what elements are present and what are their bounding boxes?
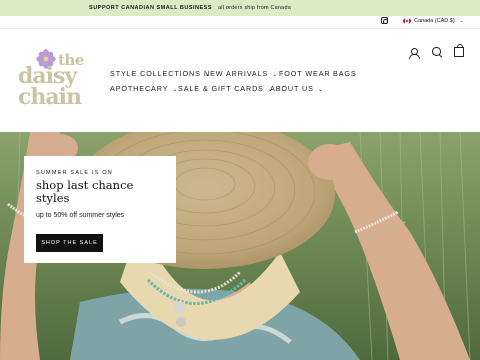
- chevron-down-icon: ⌄: [459, 18, 464, 24]
- canada-flag-icon: [403, 18, 411, 24]
- search-icon[interactable]: [432, 47, 442, 57]
- nav-sale-gift-cards[interactable]: SALE & GIFT CARDS ⌄: [178, 84, 274, 93]
- currency-selector[interactable]: Canada (CAD $) ⌄: [403, 16, 464, 26]
- nav-label: FOOT WEAR: [279, 69, 331, 78]
- currency-label: Canada (CAD $): [414, 18, 455, 24]
- instagram-icon[interactable]: [381, 17, 388, 24]
- nav-label: BAGS: [333, 69, 357, 78]
- hero-banner[interactable]: SUMMER SALE IS ON shop last chance style…: [0, 132, 480, 360]
- cart-icon[interactable]: [453, 44, 464, 57]
- announcement-text: all orders ship from Canada: [218, 5, 291, 11]
- announcement-bold: SUPPORT CANADIAN SMALL BUSINESS: [89, 5, 212, 11]
- nav-foot-wear[interactable]: FOOT WEAR: [279, 69, 331, 78]
- nav-label: NEW ARRIVALS: [204, 69, 269, 78]
- shop-the-sale-button[interactable]: SHOP THE SALE: [36, 234, 103, 252]
- nav-label: APOTHECARY: [110, 84, 169, 93]
- announcement-bar: SUPPORT CANADIAN SMALL BUSINESS all order…: [0, 0, 480, 16]
- nav-label: STYLE COLLECTIONS: [110, 69, 201, 78]
- nav-new-arrivals[interactable]: NEW ARRIVALS ⌄: [204, 69, 278, 78]
- chevron-down-icon: ⌄: [317, 87, 324, 93]
- user-icon[interactable]: [408, 48, 420, 59]
- store-logo[interactable]: the daisy chain: [18, 47, 98, 111]
- promo-card: SUMMER SALE IS ON shop last chance style…: [24, 156, 176, 263]
- nav-bags[interactable]: BAGS: [333, 69, 357, 78]
- promo-headline: shop last chance styles: [36, 178, 134, 205]
- site-header: the daisy chain STYLE COLLECTIONS ⌄ NEW A…: [0, 28, 480, 132]
- nav-label: ABOUT US: [270, 84, 314, 93]
- nav-apothecary[interactable]: APOTHECARY ⌄: [110, 84, 178, 93]
- promo-kicker: SUMMER SALE IS ON: [36, 170, 113, 176]
- promo-subtext: up to 50% off summer styles: [36, 212, 125, 219]
- nav-about-us[interactable]: ABOUT US ⌄: [270, 84, 324, 93]
- nav-label: SALE & GIFT CARDS: [178, 84, 264, 93]
- logo-line-chain: chain: [18, 84, 82, 110]
- announcement-message: SUPPORT CANADIAN SMALL BUSINESS all order…: [0, 5, 380, 11]
- chevron-down-icon: ⌄: [272, 72, 279, 78]
- nav-style-collections[interactable]: STYLE COLLECTIONS ⌄: [110, 69, 211, 78]
